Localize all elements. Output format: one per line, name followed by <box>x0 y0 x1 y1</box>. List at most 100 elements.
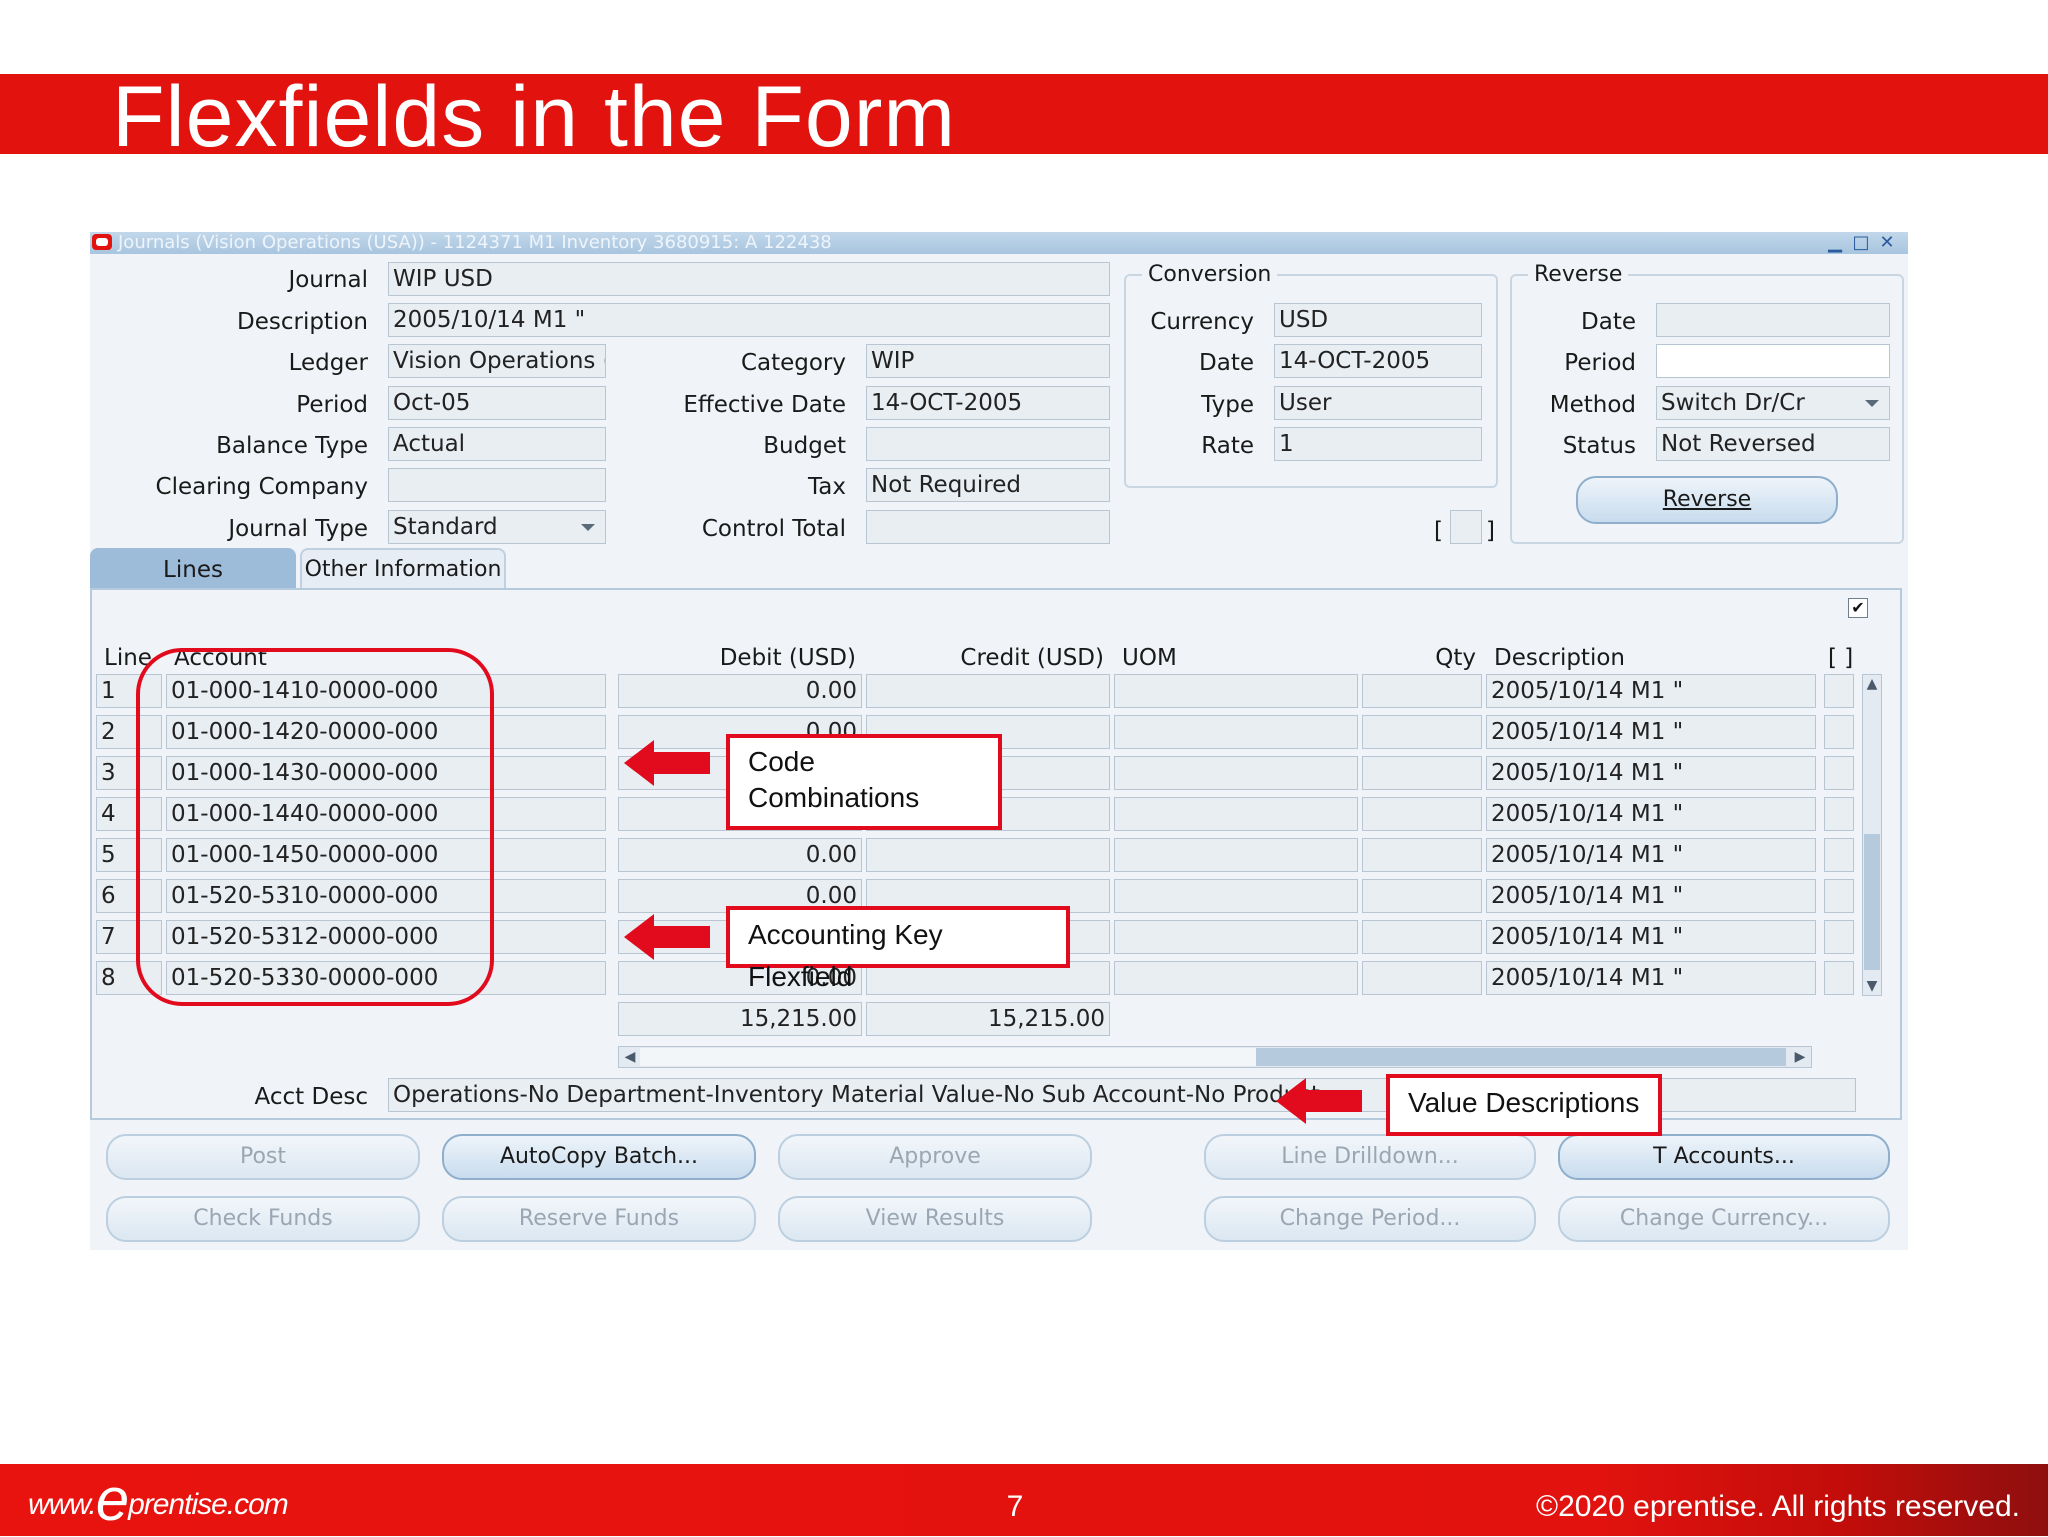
row-dff-cell[interactable] <box>1824 961 1854 995</box>
col-folder-header: [ ] <box>1828 645 1854 671</box>
description-cell[interactable]: 2005/10/14 M1 " <box>1486 674 1816 708</box>
dff-field[interactable] <box>1450 510 1482 544</box>
uom-cell[interactable] <box>1114 879 1358 913</box>
logo-prefix: www. <box>28 1488 97 1521</box>
period-field[interactable]: Oct-05 <box>388 386 606 420</box>
line-drilldown-button[interactable]: Line Drilldown... <box>1204 1134 1536 1180</box>
qty-cell[interactable] <box>1362 920 1482 954</box>
debit-cell[interactable]: 0.00 <box>618 838 862 872</box>
conversion-date-field[interactable]: 14-OCT-2005 <box>1274 344 1482 378</box>
maximize-icon[interactable]: □ <box>1852 234 1870 252</box>
credit-cell[interactable] <box>866 674 1110 708</box>
currency-field[interactable]: USD <box>1274 303 1482 337</box>
scroll-down-icon[interactable]: ▼ <box>1862 976 1882 996</box>
balance-type-field[interactable]: Actual <box>388 427 606 461</box>
category-field[interactable]: WIP <box>866 344 1110 378</box>
dff-bracket-right: ] <box>1486 518 1495 544</box>
autocopy-batch-button[interactable]: AutoCopy Batch... <box>442 1134 756 1180</box>
uom-cell[interactable] <box>1114 797 1358 831</box>
qty-cell[interactable] <box>1362 715 1482 749</box>
reverse-period-field[interactable] <box>1656 344 1890 378</box>
reverse-method-select[interactable]: Switch Dr/Cr <box>1656 386 1890 420</box>
effective-date-field[interactable]: 14-OCT-2005 <box>866 386 1110 420</box>
description-field[interactable]: 2005/10/14 M1 " <box>388 303 1110 337</box>
scroll-right-icon[interactable]: ▶ <box>1790 1046 1810 1068</box>
reverse-status-label: Status <box>1562 433 1636 459</box>
uom-cell[interactable] <box>1114 756 1358 790</box>
tab-other-information[interactable]: Other Information <box>300 548 506 588</box>
qty-cell[interactable] <box>1362 879 1482 913</box>
close-icon[interactable]: ✕ <box>1878 234 1896 252</box>
conversion-title: Conversion <box>1142 262 1278 288</box>
row-dff-cell[interactable] <box>1824 715 1854 749</box>
tab-lines-label: Lines <box>163 557 223 583</box>
reverse-method-label: Method <box>1549 392 1636 418</box>
reverse-period-label: Period <box>1564 350 1636 376</box>
horizontal-scroll-thumb[interactable] <box>640 1048 1258 1066</box>
change-period-button[interactable]: Change Period... <box>1204 1196 1536 1242</box>
clearing-company-label: Clearing Company <box>155 474 368 500</box>
clearing-company-field[interactable] <box>388 468 606 502</box>
balance-type-label: Balance Type <box>216 433 368 459</box>
effective-date-label: Effective Date <box>683 392 846 418</box>
rate-field[interactable]: 1 <box>1274 427 1482 461</box>
view-results-button[interactable]: View Results <box>778 1196 1092 1242</box>
qty-cell[interactable] <box>1362 674 1482 708</box>
col-debit-header: Debit (USD) <box>719 645 856 671</box>
row-dff-cell[interactable] <box>1824 920 1854 954</box>
debit-cell[interactable]: 0.00 <box>618 674 862 708</box>
credit-cell[interactable] <box>866 838 1110 872</box>
ledger-field[interactable]: Vision Operations (U <box>388 344 606 378</box>
approve-button[interactable]: Approve <box>778 1134 1092 1180</box>
uom-cell[interactable] <box>1114 715 1358 749</box>
qty-cell[interactable] <box>1362 961 1482 995</box>
row-dff-cell[interactable] <box>1824 674 1854 708</box>
uom-cell[interactable] <box>1114 838 1358 872</box>
tax-field[interactable]: Not Required <box>866 468 1110 502</box>
scroll-up-icon[interactable]: ▲ <box>1862 674 1882 694</box>
scroll-left-icon[interactable]: ◀ <box>620 1046 640 1068</box>
reverse-status-field[interactable]: Not Reversed <box>1656 427 1890 461</box>
description-cell[interactable]: 2005/10/14 M1 " <box>1486 920 1816 954</box>
select-all-checkbox[interactable]: ✔ <box>1848 598 1868 618</box>
t-accounts-button[interactable]: T Accounts... <box>1558 1134 1890 1180</box>
budget-field[interactable] <box>866 427 1110 461</box>
description-cell[interactable]: 2005/10/14 M1 " <box>1486 838 1816 872</box>
control-total-field[interactable] <box>866 510 1110 544</box>
reverse-date-field[interactable] <box>1656 303 1890 337</box>
row-dff-cell[interactable] <box>1824 838 1854 872</box>
description-cell[interactable]: 2005/10/14 M1 " <box>1486 797 1816 831</box>
description-label: Description <box>237 309 368 335</box>
vertical-scroll-thumb[interactable] <box>1864 834 1880 970</box>
dff-bracket-left: [ <box>1434 518 1443 544</box>
credit-total: 15,215.00 <box>866 1002 1110 1036</box>
row-dff-cell[interactable] <box>1824 756 1854 790</box>
tab-lines[interactable]: Lines <box>90 548 296 588</box>
description-cell[interactable]: 2005/10/14 M1 " <box>1486 879 1816 913</box>
category-label: Category <box>740 350 846 376</box>
uom-cell[interactable] <box>1114 920 1358 954</box>
budget-label: Budget <box>763 433 846 459</box>
row-dff-cell[interactable] <box>1824 797 1854 831</box>
tax-label: Tax <box>808 474 846 500</box>
qty-cell[interactable] <box>1362 797 1482 831</box>
row-dff-cell[interactable] <box>1824 879 1854 913</box>
uom-cell[interactable] <box>1114 961 1358 995</box>
conversion-type-field[interactable]: User <box>1274 386 1482 420</box>
description-cell[interactable]: 2005/10/14 M1 " <box>1486 756 1816 790</box>
qty-cell[interactable] <box>1362 756 1482 790</box>
journal-type-select[interactable]: Standard <box>388 510 606 544</box>
check-funds-button[interactable]: Check Funds <box>106 1196 420 1242</box>
reserve-funds-button[interactable]: Reserve Funds <box>442 1196 756 1242</box>
description-cell[interactable]: 2005/10/14 M1 " <box>1486 715 1816 749</box>
change-currency-button[interactable]: Change Currency... <box>1558 1196 1890 1242</box>
qty-cell[interactable] <box>1362 838 1482 872</box>
minimize-icon[interactable]: ▁ <box>1826 234 1844 252</box>
journal-field[interactable]: WIP USD <box>388 262 1110 296</box>
post-button[interactable]: Post <box>106 1134 420 1180</box>
logo-e: e <box>95 1466 129 1533</box>
arrow-code-combinations-icon <box>624 740 710 786</box>
reverse-button[interactable]: Reverse <box>1576 476 1838 524</box>
uom-cell[interactable] <box>1114 674 1358 708</box>
description-cell[interactable]: 2005/10/14 M1 " <box>1486 961 1816 995</box>
